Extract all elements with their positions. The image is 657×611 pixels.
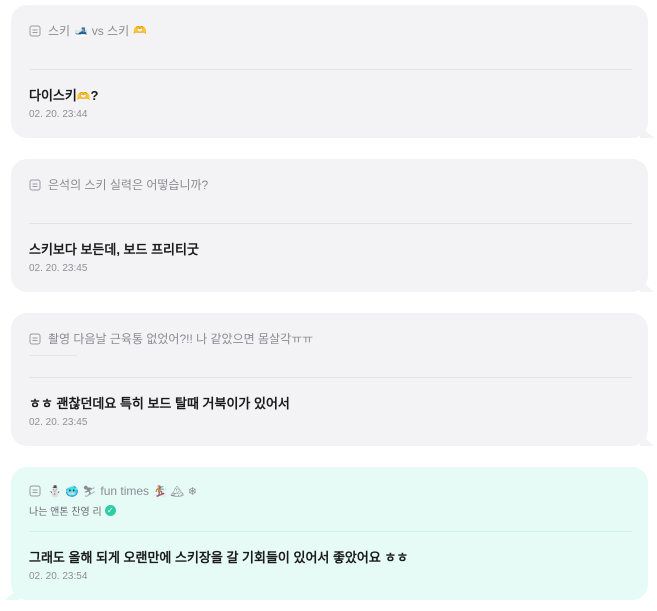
- winter-emojis-right: 🏂 🏔 ❄: [153, 484, 197, 498]
- artist-row: 나는 앤톤 찬영 리 ✓: [29, 503, 116, 518]
- qa-card-3[interactable]: 촬영 다음날 근육통 없었어?!! 나 같았으면 몸살각ㅠㅠ ㅎㅎ 괜찮던데요 …: [11, 313, 648, 446]
- card-divider: [29, 531, 632, 532]
- answer-main: 다이스키: [29, 88, 77, 103]
- artist-name: 나는 앤톤 찬영 리: [29, 507, 102, 518]
- question-box-icon: [29, 333, 41, 344]
- question-row: 스키 🎿 vs 스키 🫶: [29, 22, 147, 39]
- question-text: fun times: [100, 484, 150, 498]
- answer-text: 다이스키🫶?: [29, 85, 99, 104]
- heart-hands-emoji: 🫶: [76, 90, 91, 103]
- question-box-icon: [29, 179, 41, 190]
- question-row: ⛄ 🥶 ⛷ fun times 🏂 🏔 ❄: [29, 484, 197, 498]
- verified-check-icon: ✓: [104, 505, 116, 516]
- question-row: 은석의 스키 실력은 어떻습니까?: [29, 176, 208, 193]
- answer-tail: ?: [90, 88, 99, 103]
- question-row: 촬영 다음날 근육통 없었어?!! 나 같았으면 몸살각ㅠㅠ: [29, 330, 313, 347]
- timestamp: 02. 20. 23:45: [29, 263, 88, 274]
- qa-card-4[interactable]: ⛄ 🥶 ⛷ fun times 🏂 🏔 ❄ 나는 앤톤 찬영 리 ✓ 그래도 올…: [11, 467, 648, 600]
- subtext-line: [29, 355, 77, 356]
- answer-text: 그래도 올해 되게 오랜만에 스키장을 갈 기회들이 있어서 좋았어요 ㅎㅎ: [29, 550, 409, 565]
- card-divider: [29, 223, 632, 224]
- qa-card-1[interactable]: 스키 🎿 vs 스키 🫶 다이스키🫶? 02. 20. 23:44: [11, 5, 648, 138]
- question-text: 스키: [48, 24, 71, 38]
- timestamp: 02. 20. 23:45: [29, 417, 88, 428]
- question-text: 촬영 다음날 근육통 없었어?!! 나 같았으면 몸살각ㅠㅠ: [48, 332, 314, 346]
- ski-emoji: 🎿: [74, 24, 88, 37]
- answer-text: 스키보다 보든데, 보드 프리티굿: [29, 242, 199, 257]
- heart-hands-emoji: 🫶: [133, 24, 147, 37]
- winter-emojis-left: ⛄ 🥶 ⛷: [48, 484, 97, 498]
- qa-card-2[interactable]: 은석의 스키 실력은 어떻습니까? 스키보다 보든데, 보드 프리티굿 02. …: [11, 159, 648, 292]
- timestamp: 02. 20. 23:44: [29, 109, 88, 120]
- question-text: 은석의 스키 실력은 어떻습니까?: [48, 178, 209, 192]
- question-box-icon: [29, 485, 41, 497]
- question-text-mid: vs 스키: [91, 24, 130, 38]
- card-divider: [29, 377, 632, 378]
- question-box-icon: [29, 25, 41, 36]
- card-divider: [29, 69, 632, 70]
- timestamp: 02. 20. 23:54: [29, 571, 88, 582]
- answer-text: ㅎㅎ 괜찮던데요 특히 보드 탈때 거북이가 있어서: [29, 396, 290, 411]
